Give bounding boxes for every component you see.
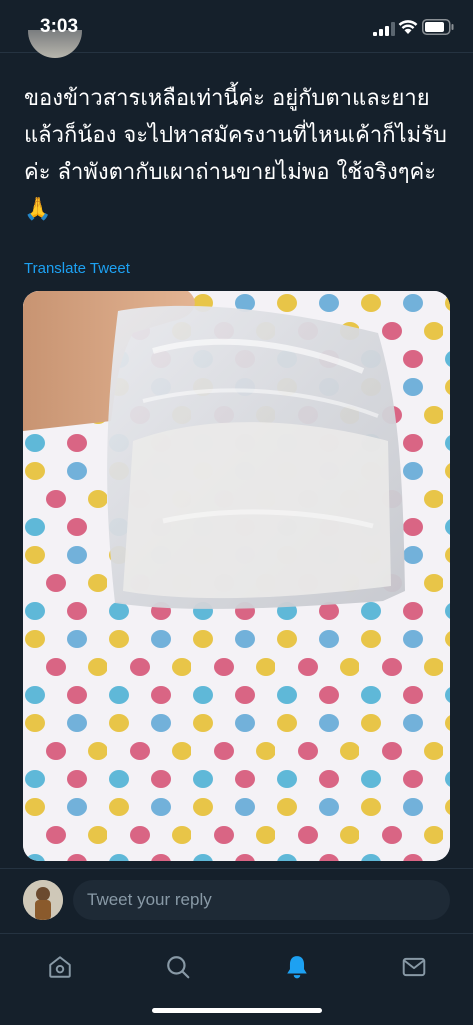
tab-search[interactable] bbox=[153, 944, 203, 990]
tab-notifications[interactable] bbox=[272, 944, 322, 990]
tweet-photo[interactable] bbox=[23, 291, 450, 861]
signal-icon bbox=[373, 22, 395, 36]
search-icon bbox=[167, 956, 190, 979]
notifications-icon bbox=[287, 956, 307, 979]
battery-icon bbox=[422, 19, 454, 35]
translate-tweet-link[interactable]: Translate Tweet bbox=[24, 260, 130, 277]
wifi-icon bbox=[398, 20, 418, 34]
tab-bar bbox=[0, 933, 473, 1025]
home-indicator bbox=[152, 1008, 322, 1013]
tab-messages[interactable] bbox=[389, 944, 439, 990]
photo-image bbox=[23, 291, 450, 861]
status-bar: 3:03 bbox=[0, 0, 473, 58]
reply-bar bbox=[0, 868, 473, 933]
tab-home[interactable] bbox=[35, 944, 85, 990]
home-icon bbox=[49, 956, 71, 978]
status-time: 3:03 bbox=[40, 16, 79, 37]
avatar-image bbox=[23, 880, 63, 920]
messages-icon bbox=[402, 957, 426, 977]
user-avatar[interactable] bbox=[23, 880, 63, 920]
reply-input[interactable] bbox=[73, 880, 450, 920]
tweet-text: ของข้าวสารเหลือเท่านี้ค่ะ อยู่กับตาและยา… bbox=[24, 86, 447, 222]
